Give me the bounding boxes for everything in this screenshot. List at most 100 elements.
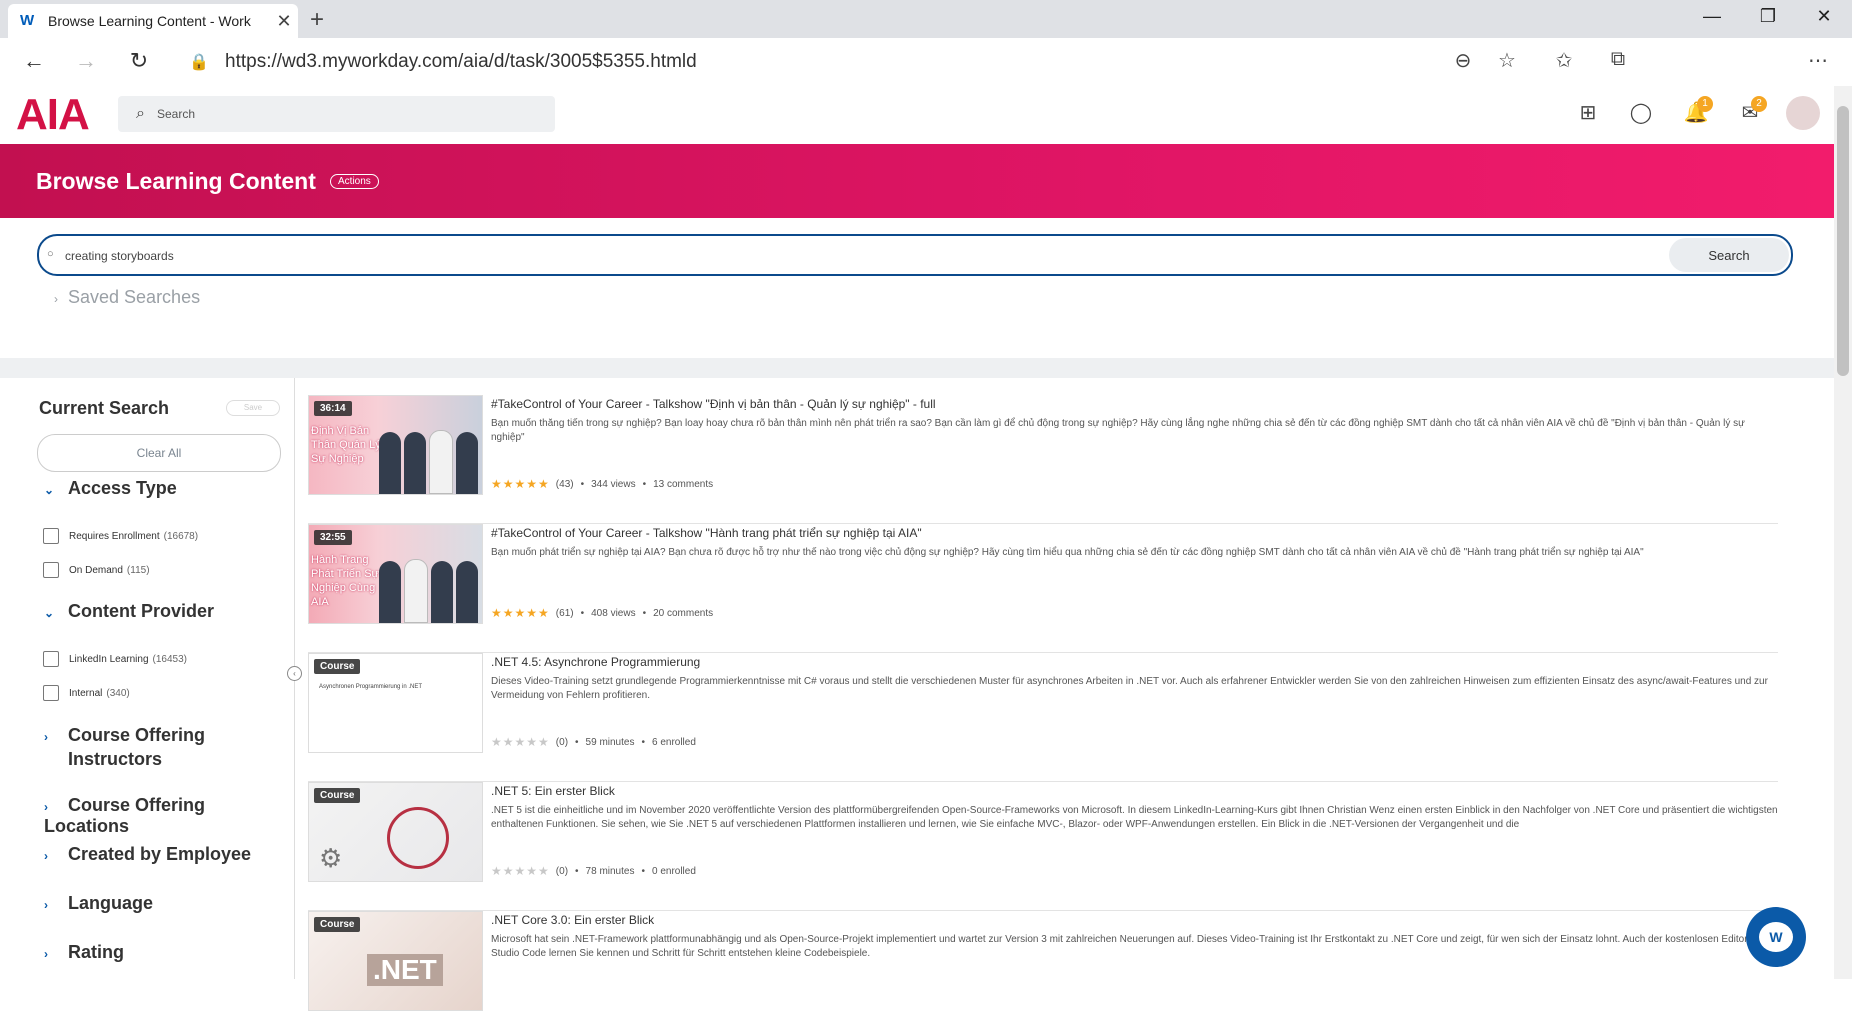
search-icon: ○ [47,248,54,260]
save-search-button[interactable]: Save [226,400,280,416]
close-tab-icon[interactable]: ✕ [270,11,298,32]
assistant-chat-button[interactable]: W [1746,907,1806,967]
result-description: Dieses Video-Training setzt grundlegende… [491,676,1768,701]
forward-icon[interactable]: → [71,48,101,74]
facet-course-offering-instructors[interactable]: › Course Offering Instructors [44,724,205,770]
tab-title: Browse Learning Content - Work [48,13,251,29]
result-meta: .NET 5: Ein erster Blick .NET 5 ist die … [491,782,1781,832]
browser-tab-bar: W Browse Learning Content - Work ✕ + — ❐… [0,0,1852,38]
result-item[interactable]: Course .NET .NET Core 3.0: Ein erster Bl… [308,911,1781,1011]
search-button[interactable]: Search [1669,238,1789,272]
facet-language[interactable]: › Language [44,893,153,914]
workday-header: AIA ⌕ Search ⊞ ◯ 🔔 1 ✉ 2 [0,86,1834,144]
chat-icon[interactable]: ◯ [1624,100,1658,130]
thumbnail-people-image [379,539,479,623]
checkbox[interactable] [43,528,59,544]
result-thumbnail[interactable]: Course Asynchronen Programmierung in .NE… [308,653,483,753]
result-title[interactable]: #TakeControl of Your Career - Talkshow "… [491,397,1781,411]
saved-searches-toggle[interactable]: › Saved Searches [54,287,200,308]
chevron-down-icon: ⌄ [44,483,55,497]
page-banner: Browse Learning Content Actions [0,144,1834,218]
current-search-heading: Current Search [39,398,170,418]
apps-grid-icon[interactable]: ⊞ [1571,100,1605,130]
rating-stars-icon: ★★★★★ [491,864,550,878]
result-title[interactable]: .NET 4.5: Asynchrone Programmierung [491,655,1781,669]
checkbox[interactable] [43,562,59,578]
global-search-placeholder: Search [156,107,195,121]
facet-access-type[interactable]: ⌄ Access Type [44,478,177,499]
favorite-star-icon[interactable]: ☆ [1492,48,1522,73]
option-on-demand[interactable]: On Demand (115) [43,562,150,578]
result-title[interactable]: #TakeControl of Your Career - Talkshow "… [491,526,1781,540]
content-search-field[interactable]: ○ creating storyboards Search [37,234,1793,276]
result-item[interactable]: 32:55 Hành Trang Phát Triển Sự Nghiệp Cù… [308,524,1778,653]
actions-button[interactable]: Actions [330,174,379,189]
clear-all-button[interactable]: Clear All [37,434,281,472]
result-description: Bạn muốn phát triển sự nghiệp tại AIA? B… [491,547,1644,558]
minimize-icon[interactable]: — [1692,6,1732,27]
collapse-sidebar-icon[interactable]: ‹ [287,666,302,681]
checkbox[interactable] [43,651,59,667]
course-badge: Course [314,659,361,674]
rating-stars-icon: ★★★★★ [491,606,550,620]
saved-searches-label: Saved Searches [68,287,201,307]
section-divider [0,358,1834,378]
result-item[interactable]: Course ⚙ .NET 5: Ein erster Blick .NET 5… [308,782,1778,911]
option-linkedin-learning[interactable]: LinkedIn Learning (16453) [43,651,187,667]
result-item[interactable]: Course Asynchronen Programmierung in .NE… [308,653,1778,782]
notifications-badge: 1 [1697,96,1713,112]
result-stats: ★★★★★ (0) • 59 minutes • 6 enrolled [491,735,696,749]
maximize-icon[interactable]: ❐ [1748,6,1788,27]
result-thumbnail[interactable]: Course ⚙ [308,782,483,882]
url-text: https://wd3.myworkday.com/aia/d/task/300… [225,51,697,72]
facet-rating[interactable]: › Rating [44,942,124,963]
course-badge: Course [314,788,361,803]
result-title[interactable]: .NET Core 3.0: Ein erster Blick [491,913,1781,927]
new-tab-icon[interactable]: + [305,6,329,34]
facet-course-offering-locations[interactable]: › Course Offering Locations [44,795,294,837]
option-requires-enrollment[interactable]: Requires Enrollment (16678) [43,528,198,544]
result-item[interactable]: 36:14 Định Vị Bản Thân Quản Lý Sự Nghiệp… [308,395,1778,524]
close-window-icon[interactable]: ✕ [1804,6,1844,27]
facet-created-by-employee[interactable]: › Created by Employee [44,844,251,865]
facet-content-provider[interactable]: ⌄ Content Provider [44,601,214,622]
refresh-icon[interactable]: ↻ [124,48,154,74]
chevron-down-icon: ⌄ [44,606,55,620]
workday-favicon-icon: W [20,12,35,29]
browser-toolbar: ← → ↻ 🔒 https://wd3.myworkday.com/aia/d/… [0,38,1852,87]
address-bar[interactable]: 🔒 https://wd3.myworkday.com/aia/d/task/3… [175,44,1530,80]
aia-logo[interactable]: AIA [16,90,90,140]
favorites-list-icon[interactable]: ✩ [1549,48,1579,73]
zoom-icon[interactable]: ⊖ [1448,48,1478,73]
chevron-right-icon: › [44,898,48,912]
result-thumbnail[interactable]: Course .NET [308,911,483,1011]
result-title[interactable]: .NET 5: Ein erster Blick [491,784,1781,798]
page-scrollbar[interactable] [1834,86,1852,979]
back-icon[interactable]: ← [19,48,49,74]
avatar[interactable] [1786,96,1820,130]
video-duration-badge: 32:55 [314,530,352,545]
inbox-icon[interactable]: ✉ 2 [1733,96,1767,130]
global-search-input[interactable]: ⌕ Search [118,96,555,132]
thumbnail-caption: .NET [367,954,443,986]
globe-icon [387,807,449,869]
chevron-right-icon: › [44,947,48,961]
checkbox[interactable] [43,685,59,701]
result-stats: ★★★★★ (0) • 78 minutes • 0 enrolled [491,864,696,878]
scrollbar-thumb[interactable] [1837,106,1849,376]
option-internal[interactable]: Internal (340) [43,685,130,701]
result-thumbnail[interactable]: 32:55 Hành Trang Phát Triển Sự Nghiệp Cù… [308,524,483,624]
result-description: .NET 5 ist die einheitliche und im Novem… [491,805,1778,830]
workday-assistant-icon: W [1759,922,1793,952]
notifications-bell-icon[interactable]: 🔔 1 [1679,96,1713,130]
content-search-value: creating storyboards [65,249,174,263]
results-list: 36:14 Định Vị Bản Thân Quản Lý Sự Nghiệp… [308,395,1781,1011]
collections-icon[interactable]: ⧉ [1603,48,1633,71]
result-meta: .NET Core 3.0: Ein erster Blick Microsof… [491,911,1781,961]
thumbnail-caption: Hành Trang Phát Triển Sự Nghiệp Cùng AIA [311,554,379,608]
chevron-right-icon: › [44,849,48,863]
more-options-icon[interactable]: ⋯ [1803,48,1833,73]
result-description: Microsoft hat sein .NET-Framework plattf… [491,934,1778,959]
result-thumbnail[interactable]: 36:14 Định Vị Bản Thân Quản Lý Sự Nghiệp [308,395,483,495]
browser-tab[interactable]: W Browse Learning Content - Work ✕ [8,4,298,38]
